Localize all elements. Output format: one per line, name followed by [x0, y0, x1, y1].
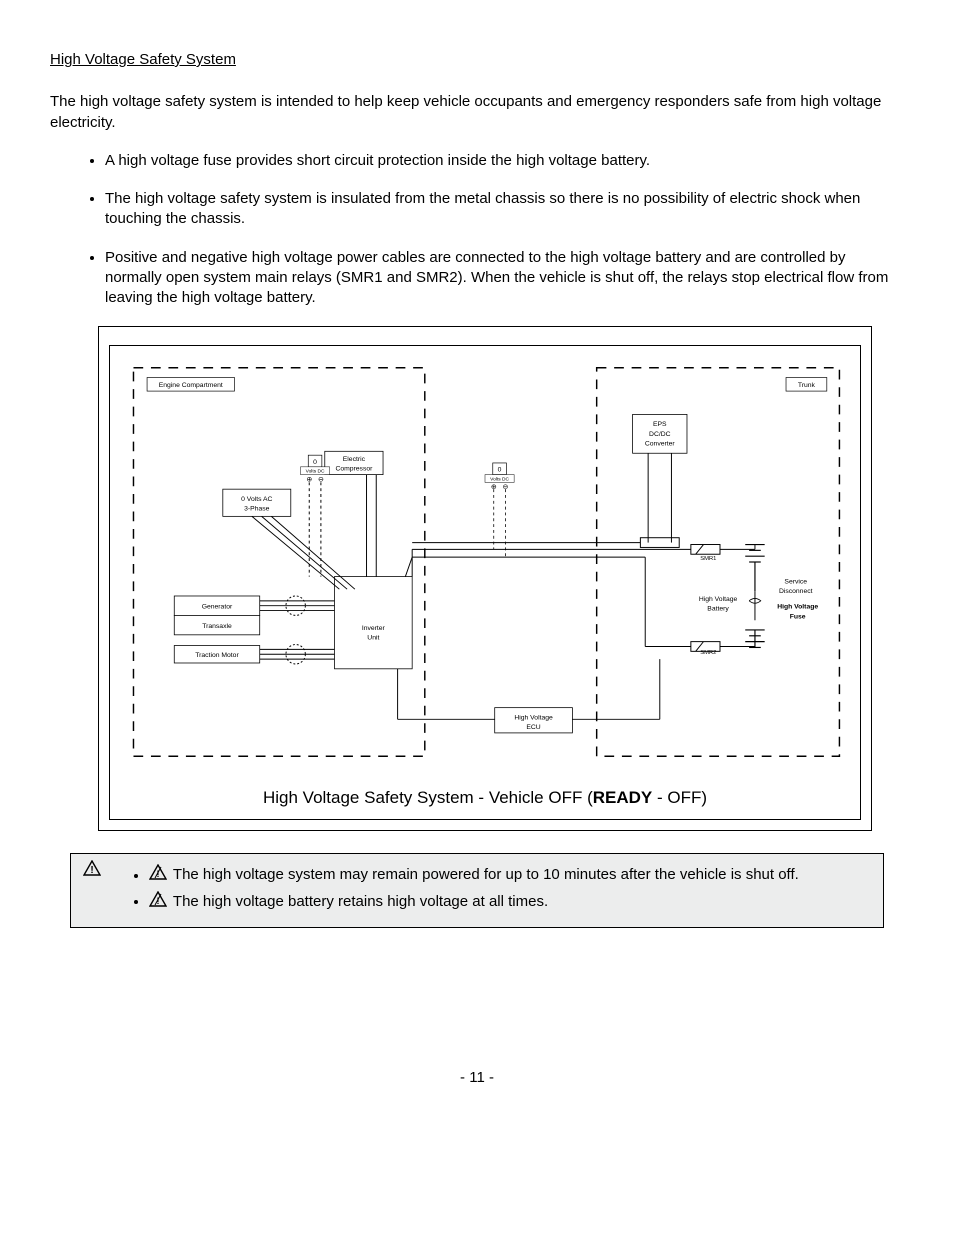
svg-text:Service: Service [784, 579, 807, 586]
svg-text:Electric: Electric [343, 456, 366, 463]
intro-paragraph: The high voltage safety system is intend… [50, 92, 904, 133]
svg-text:Transaxle: Transaxle [202, 623, 232, 630]
svg-text:Unit: Unit [367, 635, 379, 642]
warning-triangle-icon: ! [83, 860, 101, 882]
warning-triangle-icon: ! [149, 891, 167, 913]
svg-text:⊕: ⊕ [306, 477, 312, 484]
main-bullet-list: A high voltage fuse provides short circu… [50, 151, 904, 309]
bullet-item: Positive and negative high voltage power… [105, 248, 904, 309]
section-title: High Voltage Safety System [50, 50, 904, 70]
diagram-inner-frame: Engine Compartment Trunk 0 Volts AC 3-Ph… [109, 345, 861, 820]
bullet-item: The high voltage safety system is insula… [105, 189, 904, 230]
svg-text:ECU: ECU [526, 724, 540, 731]
svg-text:!: ! [157, 869, 160, 879]
warning-item: ! The high voltage system may remain pow… [149, 864, 873, 886]
svg-text:0 Volts AC: 0 Volts AC [241, 496, 272, 503]
svg-text:Compressor: Compressor [335, 466, 373, 473]
warning-box: ! ! The high voltage system may remain p… [70, 853, 884, 928]
svg-text:High Voltage: High Voltage [777, 604, 818, 611]
svg-text:Fuse: Fuse [790, 614, 806, 621]
svg-text:Volts DC: Volts DC [490, 477, 509, 483]
svg-text:0: 0 [498, 467, 502, 474]
svg-text:Traction Motor: Traction Motor [195, 652, 239, 659]
diagram-outer-frame: Engine Compartment Trunk 0 Volts AC 3-Ph… [98, 326, 872, 831]
svg-text:Volts DC: Volts DC [306, 469, 325, 475]
hv-safety-diagram: Engine Compartment Trunk 0 Volts AC 3-Ph… [116, 352, 854, 772]
bullet-item: A high voltage fuse provides short circu… [105, 151, 904, 171]
svg-text:High Voltage: High Voltage [514, 715, 553, 722]
svg-text:!: ! [90, 865, 93, 876]
svg-text:DC/DC: DC/DC [649, 431, 671, 438]
svg-text:Disconnect: Disconnect [779, 588, 813, 595]
warning-item: ! The high voltage battery retains high … [149, 891, 873, 913]
svg-text:!: ! [157, 896, 160, 906]
svg-text:⊖: ⊖ [318, 477, 324, 484]
svg-text:Converter: Converter [645, 441, 676, 448]
page-number: - 11 - [50, 1068, 904, 1088]
svg-text:SMR1: SMR1 [700, 556, 716, 562]
svg-text:Engine Compartment: Engine Compartment [159, 382, 223, 389]
diagram-caption: High Voltage Safety System - Vehicle OFF… [116, 779, 854, 820]
svg-text:Inverter: Inverter [362, 625, 386, 632]
warning-triangle-icon: ! [149, 864, 167, 886]
svg-text:Trunk: Trunk [798, 382, 816, 389]
svg-text:3-Phase: 3-Phase [244, 506, 269, 513]
svg-text:High Voltage: High Voltage [699, 596, 738, 603]
svg-text:Generator: Generator [202, 604, 233, 611]
svg-text:EPS: EPS [653, 421, 667, 428]
svg-text:Battery: Battery [707, 606, 729, 613]
svg-text:0: 0 [313, 459, 317, 466]
